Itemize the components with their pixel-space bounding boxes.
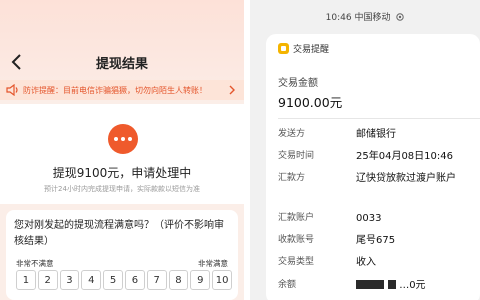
- transaction-notification-screen: 10:46 中国移动 交易提醒 交易金额 9100.00元 发送方 邮储银行 交…: [250, 0, 480, 300]
- row-value: 辽快贷放款过渡户账户: [356, 173, 456, 184]
- fraud-notice-text: 防诈提醒：目前电信诈骗猖獗，切勿向陌生人转账！: [23, 85, 207, 95]
- row-key: 收款账号: [278, 235, 315, 245]
- row-value: 尾号675: [356, 235, 396, 246]
- redaction-mask: [356, 280, 384, 289]
- detail-row-balance: 余额 …0元: [278, 277, 478, 295]
- row-value-masked: …0元: [356, 277, 476, 294]
- row-key: 发送方: [278, 129, 306, 139]
- row-key: 汇款方: [278, 173, 306, 183]
- divider: [278, 118, 480, 119]
- detail-row-receiver-account: 收款账号 尾号675: [278, 232, 478, 250]
- detail-row-payer-account: 汇款账户 0033: [278, 210, 478, 228]
- transaction-card[interactable]: 交易提醒 交易金额 9100.00元 发送方 邮储银行 交易时间 25年04月0…: [266, 34, 480, 300]
- rating-option[interactable]: 3: [59, 270, 80, 290]
- status-title: 提现9100元，申请处理中: [52, 166, 192, 180]
- row-key: 汇款账户: [278, 213, 315, 223]
- rating-option[interactable]: 10: [212, 270, 232, 290]
- row-value: 0033: [356, 213, 382, 224]
- nav-header: 提现结果: [0, 42, 244, 82]
- page-title: 提现结果: [95, 57, 148, 72]
- card-header: 交易提醒: [278, 42, 329, 55]
- rating-option[interactable]: 7: [146, 270, 167, 290]
- rating-option[interactable]: 4: [81, 270, 102, 290]
- row-key: 余额: [278, 280, 297, 290]
- row-value: 收入: [356, 257, 376, 268]
- balance-value: …0元: [399, 280, 426, 291]
- status-bar-text: 10:46 中国移动: [325, 13, 391, 23]
- notification-type: 交易提醒: [293, 45, 330, 55]
- detail-row-payer: 汇款方 辽快贷放款过渡户账户: [278, 170, 478, 206]
- fraud-notice-bar[interactable]: 防诈提醒：目前电信诈骗猖獗，切勿向陌生人转账！: [0, 80, 244, 100]
- satisfaction-survey: 您对刚发起的提现流程满意吗？（评价不影响审核结果） 非常不满意 非常满意 1 2…: [6, 210, 238, 300]
- row-value: 邮储银行: [356, 129, 396, 140]
- status-subtitle: 预计24小时内完成提现申请，实际款款以短信为准: [44, 185, 200, 193]
- signal-icon: [396, 13, 405, 21]
- detail-row-sender: 发送方 邮储银行: [278, 126, 478, 144]
- withdrawal-result-screen: 提现结果 防诈提醒：目前电信诈骗猖獗，切勿向陌生人转账！ 提现9100元，申请处…: [0, 0, 244, 300]
- status-bar: 10:46 中国移动: [250, 10, 480, 23]
- detail-row-time: 交易时间 25年04月08日10:46: [278, 148, 478, 166]
- speaker-icon: [6, 84, 18, 96]
- rating-option[interactable]: 1: [16, 270, 36, 290]
- rating-option[interactable]: 6: [124, 270, 145, 290]
- row-key: 交易时间: [278, 151, 315, 161]
- row-key: 交易类型: [278, 257, 315, 267]
- survey-question: 您对刚发起的提现流程满意吗？（评价不影响审核结果）: [14, 220, 224, 247]
- rating-option[interactable]: 9: [190, 270, 211, 290]
- processing-icon: [108, 124, 138, 154]
- chevron-right-icon: [229, 85, 235, 95]
- detail-row-type: 交易类型 收入: [278, 254, 478, 272]
- rating-option[interactable]: 5: [103, 270, 123, 290]
- bank-app-icon: [278, 43, 289, 54]
- rating-option[interactable]: 2: [37, 270, 58, 290]
- row-value: 25年04月08日10:46: [356, 151, 453, 162]
- rating-options: 1 2 3 4 5 6 7 8 9 10: [16, 270, 232, 290]
- amount-value: 9100.00元: [278, 95, 343, 110]
- rating-option[interactable]: 8: [168, 270, 189, 290]
- redaction-mask: [388, 280, 396, 289]
- amount-label: 交易金额: [278, 78, 318, 89]
- scale-high-label: 非常满意: [198, 259, 228, 268]
- scale-low-label: 非常不满意: [16, 259, 54, 268]
